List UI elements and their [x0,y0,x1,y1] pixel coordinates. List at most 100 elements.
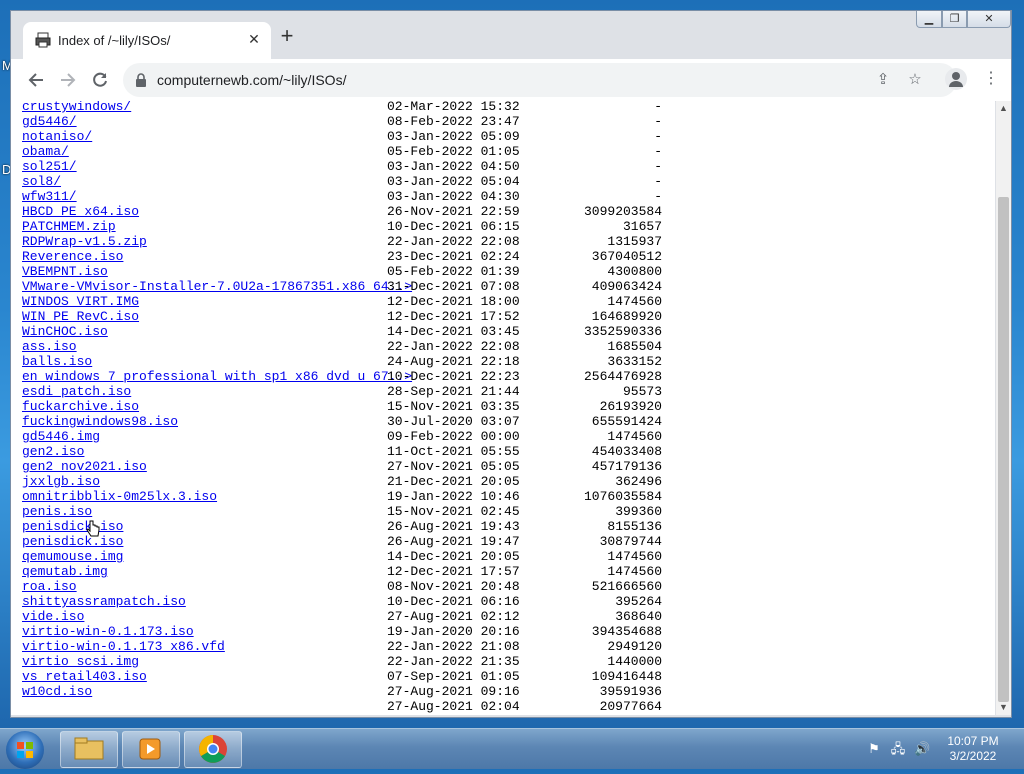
file-link[interactable]: virtio-win-0.1.173_x86.vfd [22,639,225,654]
clock-date: 3/2/2022 [949,749,997,763]
action-center-flag-icon[interactable]: ⚑ [866,741,882,757]
file-size: 20977664 [599,699,662,714]
file-link[interactable]: qemutab.img [22,564,108,579]
file-size: 1474560 [607,549,662,564]
file-date: 05-Feb-2022 01:05 [387,144,520,159]
network-icon[interactable]: 🖧 [890,741,906,757]
file-link[interactable]: RDPWrap-v1.5.zip [22,234,147,249]
file-date: 23-Dec-2021 02:24 [387,249,520,264]
scrollbar-thumb[interactable] [998,197,1009,702]
file-size: 26193920 [599,399,662,414]
file-link[interactable]: omnitribblix-0m25lx.3.iso [22,489,217,504]
star-icon[interactable]: ☆ [905,70,925,90]
lock-icon[interactable] [133,72,149,88]
vertical-scrollbar[interactable]: ▲ ▼ [996,101,1011,715]
file-link[interactable]: virtio_scsi.img [22,654,139,669]
file-link[interactable]: virtio-win-0.1.173.iso [22,624,194,639]
file-link[interactable]: PATCHMEM.zip [22,219,116,234]
file-date: 12-Dec-2021 17:52 [387,309,520,324]
file-link[interactable]: crustywindows/ [22,101,131,114]
file-date: 22-Jan-2022 22:08 [387,339,520,354]
tab-active[interactable]: Index of /~lily/ISOs/ ✕ [23,22,271,59]
file-size: 3633152 [607,354,662,369]
file-link[interactable]: qemumouse.img [22,549,123,564]
file-link[interactable]: balls.iso [22,354,92,369]
profile-icon[interactable] [945,68,967,90]
file-link[interactable]: gen2_nov2021.iso [22,459,147,474]
system-clock[interactable]: 10:07 PM 3/2/2022 [938,734,1008,764]
forward-arrow-icon[interactable] [55,67,81,93]
file-size: 454033408 [591,444,662,459]
file-link[interactable]: VBEMPNT.iso [22,264,108,279]
share-icon[interactable]: ⇪ [873,70,893,90]
file-link[interactable]: vide.iso [22,609,84,624]
file-link[interactable]: roa.iso [22,579,77,594]
file-date: 26-Aug-2021 19:47 [387,534,520,549]
file-date: 27-Aug-2021 02:04 [387,699,520,714]
volume-icon[interactable]: 🔊 [914,741,930,757]
file-link[interactable]: Reverence.iso [22,249,123,264]
maximize-icon[interactable]: ❐ [942,11,967,28]
close-icon[interactable]: ✕ [245,30,263,48]
scroll-up-icon[interactable]: ▲ [996,101,1011,116]
file-link[interactable]: sol8/ [22,174,61,189]
url-text[interactable]: computernewb.com/~lily/ISOs/ [157,72,346,88]
file-size: - [654,144,662,159]
file-link[interactable]: WIN_PE_RevC.iso [22,309,139,324]
file-link[interactable]: penisdick.iso [22,519,123,534]
file-size: 1685504 [607,339,662,354]
file-size: 3352590336 [583,324,662,339]
reload-icon[interactable] [87,67,113,93]
window-close-icon[interactable]: ✕ [967,11,1011,28]
media-player-icon[interactable] [122,731,180,768]
file-link[interactable]: HBCD_PE_x64.iso [22,204,139,219]
hand-cursor-icon [86,520,100,537]
file-date: 22-Jan-2022 22:08 [387,234,520,249]
file-link[interactable]: shittyassrampatch.iso [22,594,186,609]
file-date: 05-Feb-2022 01:39 [387,264,520,279]
file-link[interactable]: gd5446.img [22,429,100,444]
file-link[interactable]: wfw311/ [22,189,77,204]
file-link[interactable]: WINDOS_VIRT.IMG [22,294,139,309]
file-link[interactable]: gen2.iso [22,444,84,459]
file-link[interactable]: fuckingwindows98.iso [22,414,178,429]
file-link[interactable]: VMware-VMvisor-Installer-7.0U2a-17867351… [22,279,412,294]
taskbar: ⚑ 🖧 🔊 10:07 PM 3/2/2022 [0,728,1024,769]
file-explorer-icon[interactable] [60,731,118,768]
file-date: 27-Nov-2021 05:05 [387,459,520,474]
file-link[interactable]: ass.iso [22,339,77,354]
file-link[interactable]: fuckarchive.iso [22,399,139,414]
file-link[interactable]: sol251/ [22,159,77,174]
scroll-down-icon[interactable]: ▼ [996,700,1011,715]
file-link[interactable]: notaniso/ [22,129,92,144]
file-link[interactable]: vs_retail403.iso [22,669,147,684]
chrome-icon[interactable] [184,731,242,768]
kebab-menu-icon[interactable]: ⋮ [983,67,999,91]
file-date: 02-Mar-2022 15:32 [387,101,520,114]
file-link[interactable]: esdi_patch.iso [22,384,131,399]
file-link[interactable]: jxxlgb.iso [22,474,100,489]
file-date: 21-Dec-2021 20:05 [387,474,520,489]
file-link[interactable]: en_windows_7_professional_with_sp1_x86_d… [22,369,412,384]
plus-icon[interactable]: + [275,24,299,48]
back-arrow-icon[interactable] [23,67,49,93]
file-size: 1315937 [607,234,662,249]
file-link[interactable]: w10cd.iso [22,684,92,699]
file-size: 1474560 [607,564,662,579]
file-date: 22-Jan-2022 21:35 [387,654,520,669]
file-size: 399360 [615,504,662,519]
file-date: 22-Jan-2022 21:08 [387,639,520,654]
address-bar[interactable]: computernewb.com/~lily/ISOs/ ⇪ ☆ [123,63,957,97]
file-link[interactable]: penis.iso [22,504,92,519]
file-link[interactable]: WinCHOC.iso [22,324,108,339]
file-link[interactable]: obama/ [22,144,69,159]
file-size: 1474560 [607,429,662,444]
file-size: 8155136 [607,519,662,534]
file-link[interactable]: gd5446/ [22,114,77,129]
minimize-icon[interactable]: ▁ [916,11,942,28]
file-link[interactable]: penisdick.iso [22,534,123,549]
printer-favicon-icon [35,32,51,48]
windows-start-orb-icon[interactable] [6,731,44,769]
file-size: 655591424 [591,414,662,429]
file-date: 10-Dec-2021 22:23 [387,369,520,384]
